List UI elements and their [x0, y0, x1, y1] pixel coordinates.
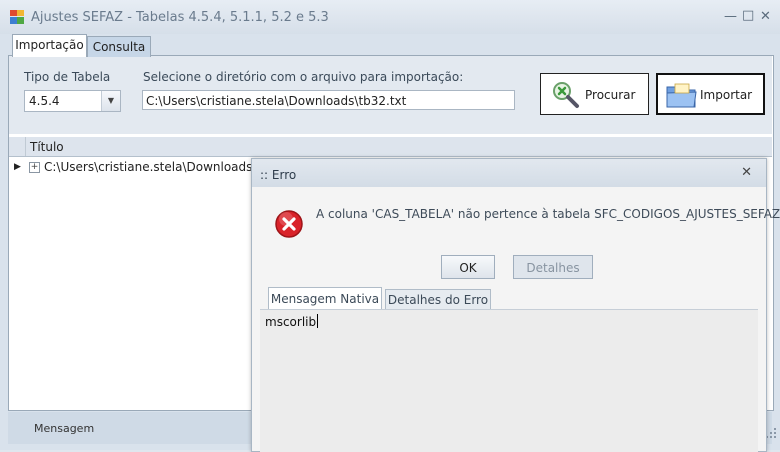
column-header-titulo[interactable]: Título	[30, 140, 64, 154]
title-bar: Ajustes SEFAZ - Tabelas 4.5.4, 5.1.1, 5.…	[0, 0, 780, 34]
native-message-value: mscorlib	[265, 315, 317, 329]
tab-importacao[interactable]: Importação	[12, 34, 87, 57]
dropdown-arrow-icon[interactable]: ▼	[101, 91, 120, 111]
tab-consulta[interactable]: Consulta	[87, 36, 151, 57]
dialog-close-icon[interactable]: ✕	[741, 165, 752, 180]
text-caret	[317, 314, 319, 328]
expand-icon[interactable]: +	[29, 162, 40, 173]
row-pointer-icon: ▶	[14, 162, 21, 172]
status-message: Mensagem	[34, 422, 95, 435]
error-icon	[275, 210, 303, 238]
importar-button[interactable]: Importar	[656, 73, 765, 115]
native-message-text: mscorlib	[265, 314, 319, 329]
directory-label: Selecione o diretório com o arquivo para…	[143, 70, 464, 84]
maximize-icon[interactable]: □	[742, 8, 754, 23]
error-dialog: :: Erro ✕ A coluna 'CAS_TABELA' não pert…	[251, 158, 780, 452]
detalhes-button[interactable]: Detalhes	[513, 255, 593, 279]
grid-header: Título	[9, 137, 772, 157]
tab-mensagem-nativa[interactable]: Mensagem Nativa	[268, 287, 382, 310]
procurar-label: Procurar	[585, 88, 636, 102]
procurar-button[interactable]: Procurar	[540, 73, 649, 115]
dialog-body: A coluna 'CAS_TABELA' não pertence à tab…	[252, 187, 780, 452]
folder-icon	[666, 83, 697, 108]
grid-row-selector-header	[9, 137, 26, 156]
tab-detalhes-do-erro[interactable]: Detalhes do Erro	[385, 289, 491, 310]
minimize-icon[interactable]: —	[724, 9, 737, 24]
native-message-textarea[interactable]: mscorlib	[260, 309, 758, 452]
app-icon	[10, 10, 24, 24]
tipo-tabela-select[interactable]: 4.5.4 ▼	[24, 90, 121, 112]
importar-label: Importar	[700, 88, 753, 102]
close-icon[interactable]: ✕	[760, 9, 771, 24]
dialog-title: :: Erro	[260, 168, 297, 182]
tipo-tabela-label: Tipo de Tabela	[24, 70, 111, 84]
directory-input[interactable]: C:\Users\cristiane.stela\Downloads\tb32.…	[142, 90, 515, 110]
window-title: Ajustes SEFAZ - Tabelas 4.5.4, 5.1.1, 5.…	[31, 10, 329, 25]
search-icon	[553, 82, 579, 108]
ok-button[interactable]: OK	[441, 255, 495, 279]
error-message: A coluna 'CAS_TABELA' não pertence à tab…	[316, 207, 780, 221]
tipo-tabela-value: 4.5.4	[29, 94, 60, 108]
dialog-title-bar: :: Erro ✕	[252, 159, 766, 187]
